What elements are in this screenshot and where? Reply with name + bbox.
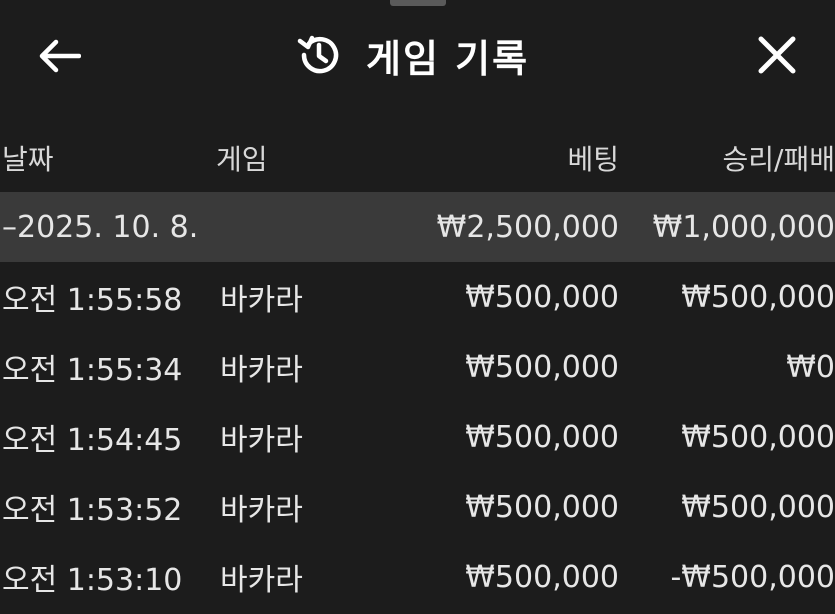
row-game: 바카라 (220, 493, 303, 528)
table-header: 날짜 게임 베팅 승리/패배 (0, 122, 835, 192)
row-bet: ₩500,000 (465, 419, 619, 455)
row-time: 오전 1:54:45 (2, 423, 183, 458)
row-result: ₩500,000 (681, 489, 835, 525)
row-result: ₩500,000 (681, 419, 835, 455)
arrow-left-icon (39, 39, 81, 73)
group-result-total: ₩1,000,000 (652, 209, 835, 245)
row-time: 오전 1:55:58 (2, 283, 183, 318)
back-button[interactable] (36, 34, 84, 78)
row-game: 바카라 (220, 563, 303, 598)
table-row[interactable]: 오전 1:53:52 바카라 ₩500,000 ₩500,000 (0, 472, 835, 542)
header: 게임 기록 (0, 0, 835, 110)
row-result: -₩500,000 (670, 559, 835, 595)
close-icon (758, 36, 796, 74)
game-history-table: 날짜 게임 베팅 승리/패배 –2025. 10. 8. ₩2,500,000 … (0, 122, 835, 612)
column-header-game: 게임 (216, 143, 268, 176)
row-result: ₩500,000 (681, 279, 835, 315)
date-group-row[interactable]: –2025. 10. 8. ₩2,500,000 ₩1,000,000 (0, 192, 835, 262)
row-time: 오전 1:53:10 (2, 563, 183, 598)
table-row[interactable]: 오전 1:54:45 바카라 ₩500,000 ₩500,000 (0, 402, 835, 472)
row-bet: ₩500,000 (465, 279, 619, 315)
column-header-result: 승리/패배 (722, 143, 835, 176)
row-result: ₩0 (786, 349, 835, 385)
page-title: 게임 기록 (296, 28, 529, 82)
group-bet-total: ₩2,500,000 (436, 209, 619, 245)
column-header-bet: 베팅 (567, 143, 619, 176)
table-row[interactable]: 오전 1:55:58 바카라 ₩500,000 ₩500,000 (0, 262, 835, 332)
row-game: 바카라 (220, 283, 303, 318)
row-time: 오전 1:53:52 (2, 493, 183, 528)
table-row[interactable]: 오전 1:53:10 바카라 ₩500,000 -₩500,000 (0, 542, 835, 612)
row-bet: ₩500,000 (465, 489, 619, 525)
title-text: 게임 기록 (366, 36, 530, 81)
column-header-date: 날짜 (2, 143, 54, 176)
row-game: 바카라 (220, 423, 303, 458)
group-date: –2025. 10. 8. (2, 209, 199, 245)
row-time: 오전 1:55:34 (2, 353, 183, 388)
table-row[interactable]: 오전 1:55:34 바카라 ₩500,000 ₩0 (0, 332, 835, 402)
history-icon (296, 32, 342, 78)
row-game: 바카라 (220, 353, 303, 388)
row-bet: ₩500,000 (465, 349, 619, 385)
close-button[interactable] (752, 30, 802, 80)
row-bet: ₩500,000 (465, 559, 619, 595)
